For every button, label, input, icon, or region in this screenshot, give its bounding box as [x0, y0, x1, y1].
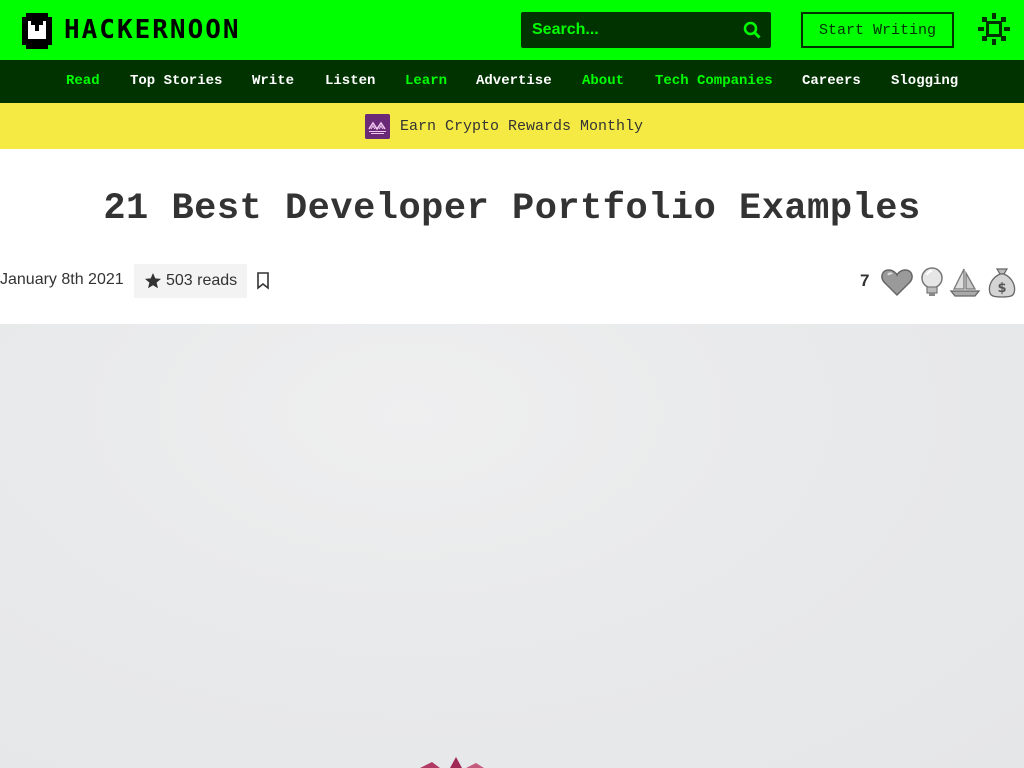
reaction-count: 7: [860, 271, 870, 290]
boat-icon[interactable]: [948, 265, 982, 299]
search-input[interactable]: [521, 20, 734, 40]
reads-count: 503 reads: [166, 272, 238, 289]
partner-logo-icon: [365, 114, 390, 139]
nav-item-advertise[interactable]: Advertise: [476, 60, 552, 103]
nav-item-top-stories[interactable]: Top Stories: [130, 60, 222, 103]
money-bag-icon[interactable]: $: [985, 265, 1019, 299]
reads-count-badge: 503 reads: [134, 264, 247, 298]
flower-image-detail: [420, 757, 484, 768]
nav-item-slogging[interactable]: Slogging: [891, 60, 958, 103]
search-icon[interactable]: [743, 21, 761, 39]
main-nav: Read Top Stories Write Listen Learn Adve…: [0, 60, 1024, 103]
bookmark-icon[interactable]: [256, 272, 270, 290]
sun-theme-toggle-icon[interactable]: [978, 13, 1010, 45]
nav-item-listen[interactable]: Listen: [325, 60, 375, 103]
banner-text[interactable]: Earn Crypto Rewards Monthly: [400, 118, 643, 135]
nav-item-read[interactable]: Read: [66, 60, 100, 103]
nav-item-learn[interactable]: Learn: [405, 60, 447, 103]
lightbulb-icon[interactable]: [915, 265, 949, 299]
article-hero-image: [0, 324, 1024, 768]
start-writing-button[interactable]: Start Writing: [801, 12, 954, 48]
logo-text: HACKERNOON: [64, 15, 241, 45]
search-box[interactable]: [521, 12, 771, 48]
promo-banner[interactable]: Earn Crypto Rewards Monthly: [0, 103, 1024, 149]
top-header: HACKERNOON Start Writing: [0, 0, 1024, 60]
svg-text:$: $: [997, 281, 1006, 296]
nav-item-tech-companies[interactable]: Tech Companies: [655, 60, 773, 103]
nav-item-careers[interactable]: Careers: [802, 60, 861, 103]
publish-date: January 8th 2021: [0, 271, 124, 288]
article-title: 21 Best Developer Portfolio Examples: [103, 188, 921, 230]
nav-item-about[interactable]: About: [582, 60, 624, 103]
hackernoon-logo-icon: [22, 13, 52, 49]
star-icon: [145, 273, 161, 289]
heart-icon[interactable]: [880, 265, 914, 299]
banner-content[interactable]: Earn Crypto Rewards Monthly: [365, 114, 643, 139]
logo[interactable]: HACKERNOON: [20, 10, 241, 50]
nav-item-write[interactable]: Write: [252, 60, 294, 103]
